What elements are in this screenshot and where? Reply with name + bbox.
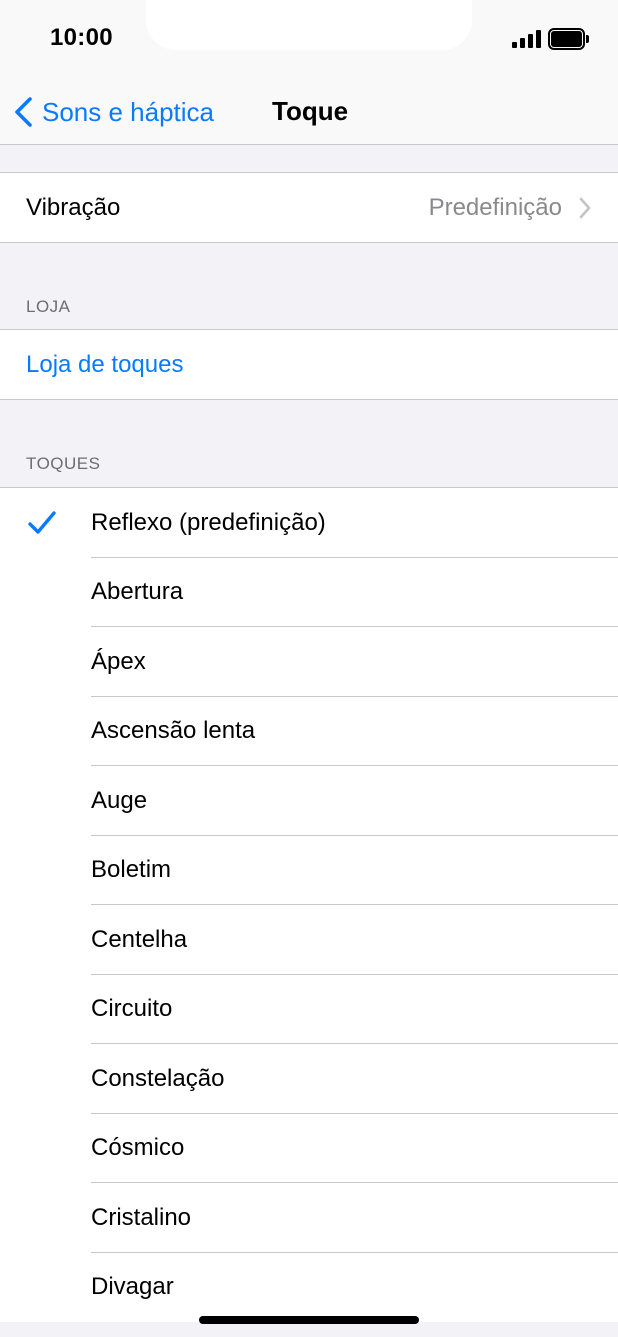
tone-row[interactable]: Reflexo (predefinição) (0, 488, 618, 558)
tone-label: Ápex (91, 647, 146, 675)
tone-row[interactable]: Centelha (0, 905, 618, 975)
tone-label: Boletim (91, 856, 172, 884)
tone-label: Reflexo (predefinição) (91, 508, 326, 536)
page-title: Toque (272, 96, 349, 126)
back-label: Sons e háptica (42, 96, 215, 127)
tone-label: Cósmico (91, 1134, 185, 1162)
battery-icon (548, 28, 590, 50)
tone-row[interactable]: Ápex (0, 627, 618, 697)
store-group: Loja de toques (0, 329, 618, 400)
tone-label: Constelação (91, 1064, 225, 1092)
tone-row[interactable]: Divagar (0, 1253, 618, 1323)
cellular-signal-icon (512, 30, 542, 48)
chevron-left-icon (15, 97, 32, 127)
tone-row[interactable]: Auge (0, 766, 618, 836)
tone-row[interactable]: Constelação (0, 1044, 618, 1114)
tone-row[interactable]: Ascensão lenta (0, 697, 618, 766)
screen: 10:00 Sons e háptica Toque Vibração Pred… (0, 0, 618, 1337)
tone-label: Auge (91, 786, 148, 814)
tone-row[interactable]: Boletim (0, 836, 618, 905)
navigation-bar: Sons e háptica Toque (0, 80, 618, 145)
home-indicator[interactable] (199, 1316, 419, 1324)
vibration-group: Vibração Predefinição (0, 172, 618, 243)
tone-label: Ascensão lenta (91, 717, 256, 745)
tone-row[interactable]: Circuito (0, 975, 618, 1044)
chevron-right-icon (579, 197, 591, 218)
tones-list: Reflexo (predefinição) Abertura Ápex Asc… (0, 487, 618, 1322)
status-bar: 10:00 (0, 0, 618, 80)
notch (146, 0, 472, 50)
vibration-label: Vibração (26, 193, 121, 221)
tone-label: Cristalino (91, 1203, 192, 1231)
back-button[interactable]: Sons e háptica (12, 92, 214, 132)
checkmark-icon (28, 511, 56, 534)
ringtone-store-link[interactable]: Loja de toques (0, 330, 618, 399)
tone-label: Divagar (91, 1273, 174, 1301)
ringtone-store-label: Loja de toques (26, 350, 184, 378)
store-section-header: LOJA (26, 297, 71, 316)
tone-row[interactable]: Abertura (0, 558, 618, 627)
vibration-value: Predefinição (428, 193, 562, 221)
vibration-row[interactable]: Vibração Predefinição (0, 173, 618, 242)
tone-row[interactable]: Cristalino (0, 1183, 618, 1253)
tones-section-header: TOQUES (26, 454, 101, 473)
tone-row[interactable]: Cósmico (0, 1114, 618, 1183)
status-time: 10:00 (50, 24, 113, 51)
tone-label: Abertura (91, 578, 184, 606)
tone-label: Centelha (91, 925, 188, 953)
tone-label: Circuito (91, 995, 173, 1023)
